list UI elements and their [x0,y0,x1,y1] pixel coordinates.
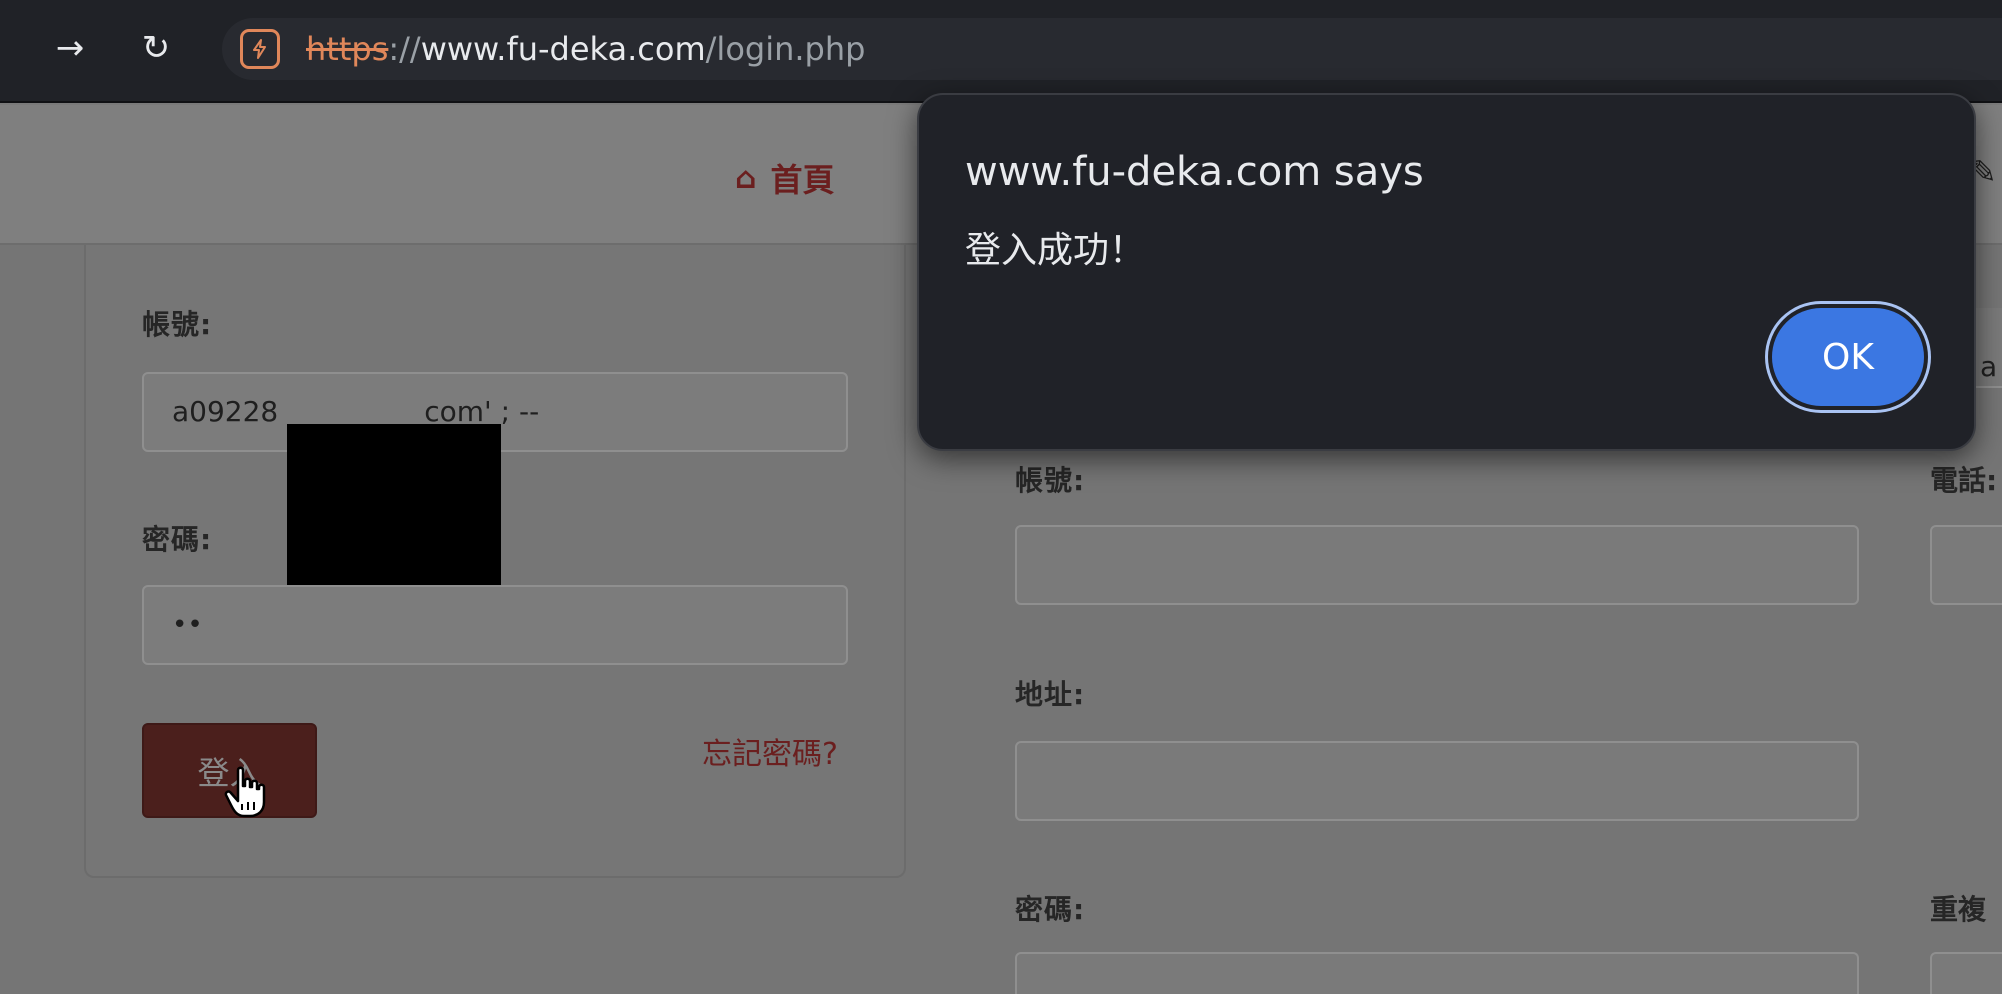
dialog-message: 登入成功！ [965,230,1146,271]
not-secure-icon[interactable] [240,29,280,69]
login-password-label: 密碼: [142,523,213,556]
register-password-input[interactable] [1015,952,1859,994]
address-bar[interactable]: https://www.fu-deka.com/login.php [222,18,2002,80]
edge-text-fragment: a [1980,350,1998,383]
register-repeat-password-input[interactable] [1930,952,2002,994]
register-phone-input[interactable] [1930,525,2002,605]
register-address-label: 地址: [1015,678,1086,711]
register-repeat-password-label: 重複 [1930,893,1987,926]
home-icon: ⌂ [735,160,757,196]
forgot-password-link[interactable]: 忘記密碼? [702,729,838,773]
nav-home-label: 首頁 [770,161,835,199]
account-value-start: a09228 [172,395,279,428]
lightning-icon [253,39,266,59]
url-scheme: https [306,30,389,68]
redaction-block [287,424,501,589]
login-password-input[interactable]: •• [142,585,848,665]
register-account-label: 帳號: [1015,464,1086,497]
register-password-label: 密碼: [1015,893,1086,926]
browser-toolbar: → ↻ https://www.fu-deka.com/login.php [0,0,2002,103]
register-account-input[interactable] [1015,525,1859,605]
login-account-label: 帳號: [142,308,213,341]
dialog-title: www.fu-deka.com says [965,149,1424,195]
url-separator: :// [388,30,421,68]
url-path: /login.php [705,30,866,68]
forward-icon[interactable]: → [44,22,96,74]
hand-cursor-icon [224,766,266,818]
alert-dialog: www.fu-deka.com says 登入成功！ OK [917,93,1976,451]
url-host: www.fu-deka.com [420,30,706,68]
register-address-input[interactable] [1015,741,1859,821]
nav-home-link[interactable]: ⌂ 首頁 [735,155,835,201]
reload-icon[interactable]: ↻ [130,22,182,74]
ok-button[interactable]: OK [1772,308,1924,406]
register-phone-label: 電話: [1930,464,1998,497]
url-text[interactable]: https://www.fu-deka.com/login.php [306,30,865,68]
